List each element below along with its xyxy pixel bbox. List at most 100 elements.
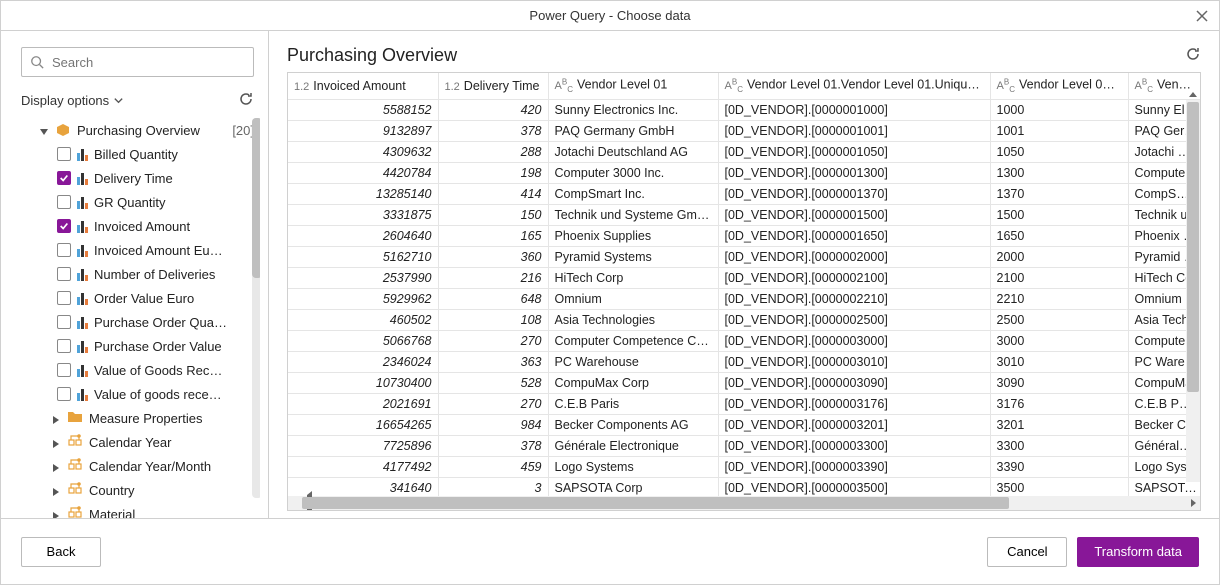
display-options-button[interactable]: Display options <box>21 93 124 108</box>
tree-folder-item[interactable]: Material <box>21 502 254 519</box>
close-button[interactable] <box>1191 5 1213 27</box>
tree-measure-item[interactable]: Value of Goods Rec… <box>21 358 254 382</box>
table-row[interactable]: 460502 108 Asia Technologies [0D_VENDOR]… <box>288 309 1200 330</box>
checkbox[interactable] <box>57 267 71 281</box>
cell-vendor-unique: [0D_VENDOR].[0000001000] <box>718 99 990 120</box>
header-row[interactable]: 1.2Invoiced Amount1.2Delivery TimeABCVen… <box>288 73 1200 99</box>
vertical-scroll-thumb[interactable] <box>1187 102 1199 392</box>
checkbox[interactable] <box>57 387 71 401</box>
transform-data-button[interactable]: Transform data <box>1077 537 1199 567</box>
tree-measure-item[interactable]: Purchase Order Qua… <box>21 310 254 334</box>
tree-measure-item[interactable]: Value of goods rece… <box>21 382 254 406</box>
object-tree[interactable]: Purchasing Overview [20]Billed QuantityD… <box>21 118 260 519</box>
horizontal-scroll-thumb[interactable] <box>302 497 1009 509</box>
tree-measure-item[interactable]: Invoiced Amount <box>21 214 254 238</box>
column-header[interactable]: 1.2Invoiced Amount <box>288 73 438 99</box>
table-row[interactable]: 5929962 648 Omnium [0D_VENDOR].[00000022… <box>288 288 1200 309</box>
checkbox[interactable] <box>57 171 71 185</box>
cell-vendor-unique: [0D_VENDOR].[0000001001] <box>718 120 990 141</box>
preview-panel: Purchasing Overview 1.2Invoiced Amount1.… <box>269 31 1219 519</box>
refresh-preview-button[interactable] <box>1185 46 1201 65</box>
tree-item-label: Purchase Order Value <box>94 339 254 354</box>
cell-vendor: Générale Electronique <box>548 435 718 456</box>
cell-vendor: Computer Competence Center … <box>548 330 718 351</box>
cell-delivery-time: 108 <box>438 309 548 330</box>
tree-measure-item[interactable]: Number of Deliveries <box>21 262 254 286</box>
cell-vendor-unique: [0D_VENDOR].[0000002000] <box>718 246 990 267</box>
cell-invoiced-amount: 3331875 <box>288 204 438 225</box>
cell-invoiced-amount: 10730400 <box>288 372 438 393</box>
table-row[interactable]: 4309632 288 Jotachi Deutschland AG [0D_V… <box>288 141 1200 162</box>
checkbox[interactable] <box>57 291 71 305</box>
checkbox[interactable] <box>57 195 71 209</box>
table-row[interactable]: 2346024 363 PC Warehouse [0D_VENDOR].[00… <box>288 351 1200 372</box>
tree-measure-item[interactable]: GR Quantity <box>21 190 254 214</box>
table-row[interactable]: 3331875 150 Technik und Systeme GmbH [0D… <box>288 204 1200 225</box>
table-row[interactable]: 341640 3 SAPSOTA Corp [0D_VENDOR].[00000… <box>288 477 1200 496</box>
table-row[interactable]: 2021691 270 C.E.B Paris [0D_VENDOR].[000… <box>288 393 1200 414</box>
scroll-right-arrow[interactable] <box>1186 496 1200 510</box>
tree-measure-item[interactable]: Order Value Euro <box>21 286 254 310</box>
data-grid[interactable]: 1.2Invoiced Amount1.2Delivery TimeABCVen… <box>287 72 1201 511</box>
cell-vendor-key: 2210 <box>990 288 1128 309</box>
back-button[interactable]: Back <box>21 537 101 567</box>
column-header[interactable]: ABCVendor Level 01.Vendor Level 01.Uniqu… <box>718 73 990 99</box>
refresh-tree-button[interactable] <box>238 91 254 110</box>
table-row[interactable]: 7725896 378 Générale Electronique [0D_VE… <box>288 435 1200 456</box>
tree-folder-item[interactable]: Country <box>21 478 254 502</box>
tree-scrollbar[interactable] <box>252 118 260 498</box>
grid-horizontal-scrollbar[interactable] <box>288 496 1200 510</box>
checkbox[interactable] <box>57 243 71 257</box>
table-row[interactable]: 5588152 420 Sunny Electronics Inc. [0D_V… <box>288 99 1200 120</box>
table-row[interactable]: 9132897 378 PAQ Germany GmbH [0D_VENDOR]… <box>288 120 1200 141</box>
scroll-left-arrow[interactable] <box>288 496 302 510</box>
search-input[interactable] <box>50 54 245 71</box>
table-row[interactable]: 10730400 528 CompuMax Corp [0D_VENDOR].[… <box>288 372 1200 393</box>
tree-item-label: Purchase Order Qua… <box>94 315 254 330</box>
tree-measure-item[interactable]: Delivery Time <box>21 166 254 190</box>
checkbox[interactable] <box>57 363 71 377</box>
column-header[interactable]: ABCVendor Level 01.Key <box>990 73 1128 99</box>
expand-icon[interactable] <box>51 413 61 423</box>
expand-icon[interactable] <box>51 437 61 447</box>
checkbox[interactable] <box>57 147 71 161</box>
cell-delivery-time: 363 <box>438 351 548 372</box>
tree-measure-item[interactable]: Purchase Order Value <box>21 334 254 358</box>
tree-folder-item[interactable]: Calendar Year/Month <box>21 454 254 478</box>
cancel-button[interactable]: Cancel <box>987 537 1067 567</box>
tree-measure-item[interactable]: Invoiced Amount Eu… <box>21 238 254 262</box>
table-row[interactable]: 16654265 984 Becker Components AG [0D_VE… <box>288 414 1200 435</box>
cell-vendor: PAQ Germany GmbH <box>548 120 718 141</box>
checkbox[interactable] <box>57 315 71 329</box>
scroll-up-arrow[interactable] <box>1187 88 1199 100</box>
table-row[interactable]: 2604640 165 Phoenix Supplies [0D_VENDOR]… <box>288 225 1200 246</box>
tree-root-item[interactable]: Purchasing Overview [20] <box>21 118 254 142</box>
tree-folder-item[interactable]: Calendar Year <box>21 430 254 454</box>
cell-invoiced-amount: 2346024 <box>288 351 438 372</box>
checkbox[interactable] <box>57 219 71 233</box>
column-header[interactable]: 1.2Delivery Time <box>438 73 548 99</box>
table-row[interactable]: 5162710 360 Pyramid Systems [0D_VENDOR].… <box>288 246 1200 267</box>
table-row[interactable]: 2537990 216 HiTech Corp [0D_VENDOR].[000… <box>288 267 1200 288</box>
measure-icon <box>77 339 88 353</box>
close-icon <box>1196 10 1208 22</box>
cell-delivery-time: 198 <box>438 162 548 183</box>
table-row[interactable]: 4420784 198 Computer 3000 Inc. [0D_VENDO… <box>288 162 1200 183</box>
expand-icon[interactable] <box>51 461 61 471</box>
search-box[interactable] <box>21 47 254 77</box>
table-row[interactable]: 4177492 459 Logo Systems [0D_VENDOR].[00… <box>288 456 1200 477</box>
cell-invoiced-amount: 9132897 <box>288 120 438 141</box>
expand-icon[interactable] <box>51 485 61 495</box>
cell-delivery-time: 150 <box>438 204 548 225</box>
collapse-icon[interactable] <box>39 125 49 135</box>
grid-vertical-scrollbar[interactable] <box>1186 100 1200 482</box>
tree-measure-item[interactable]: Billed Quantity <box>21 142 254 166</box>
cell-delivery-time: 270 <box>438 330 548 351</box>
checkbox[interactable] <box>57 339 71 353</box>
table-row[interactable]: 13285140 414 CompSmart Inc. [0D_VENDOR].… <box>288 183 1200 204</box>
table-row[interactable]: 5066768 270 Computer Competence Center …… <box>288 330 1200 351</box>
column-header[interactable]: ABCVendor Level 01 <box>548 73 718 99</box>
tree-scroll-thumb[interactable] <box>252 118 260 278</box>
tree-folder-item[interactable]: Measure Properties <box>21 406 254 430</box>
cell-vendor: Technik und Systeme GmbH <box>548 204 718 225</box>
